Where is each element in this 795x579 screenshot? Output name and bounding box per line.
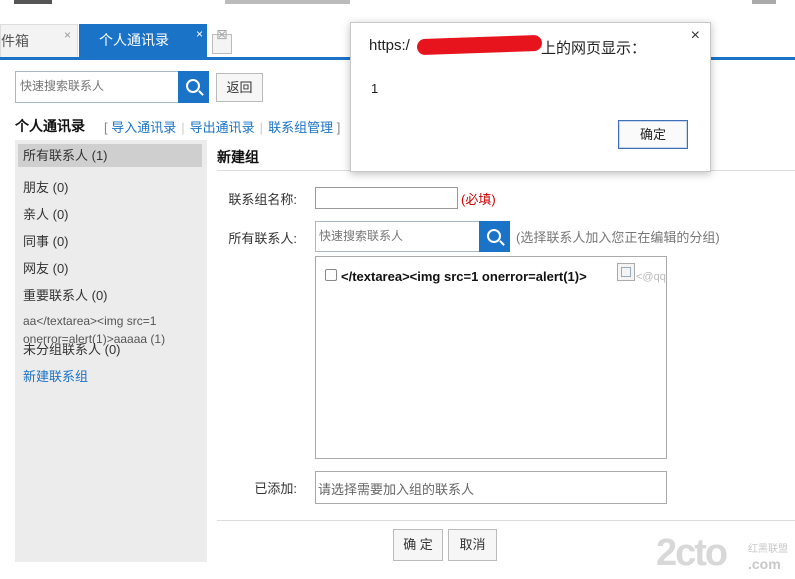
manage-groups-link[interactable]: 联系组管理 (268, 120, 333, 135)
tab-mailbox[interactable]: 件箱 × (0, 24, 78, 58)
sidebar-item-netfriends[interactable]: 网友 (0) (23, 258, 69, 277)
back-button[interactable]: 返回 (216, 73, 263, 102)
close-icon[interactable]: × (691, 27, 700, 45)
search-icon (186, 79, 200, 93)
group-sidebar: 所有联系人 (1) 朋友 (0) 亲人 (0) 同事 (0) 网友 (0) 重要… (15, 140, 207, 562)
contact-search-box (15, 71, 179, 103)
alert-origin-suffix: 上的网页显示： (541, 40, 647, 57)
alert-message: 1 (371, 81, 379, 96)
tab-personal-contacts[interactable]: 个人通讯录 × (79, 24, 207, 57)
contact-list[interactable]: </textarea><img src=1 onerror=alert(1)> … (315, 256, 667, 459)
sidebar-edge-notch (0, 334, 5, 346)
member-search-button[interactable] (479, 221, 510, 252)
added-placeholder: 请选择需要加入组的联系人 (318, 482, 475, 497)
contact-name: </textarea><img src=1 onerror=alert(1)> (341, 269, 587, 284)
contact-search-input[interactable] (16, 72, 174, 100)
group-name-input[interactable] (315, 187, 458, 209)
added-label: 已添加: (254, 481, 297, 496)
search-button[interactable] (178, 71, 209, 103)
bracket-open: [ (104, 120, 108, 135)
top-strip (0, 0, 795, 8)
import-contacts-link[interactable]: 导入通讯录 (111, 120, 176, 135)
tab-mailbox-label: 件箱 (1, 33, 29, 49)
added-members-box[interactable]: 请选择需要加入组的联系人 (315, 471, 667, 504)
close-icon[interactable]: × (196, 18, 203, 51)
cancel-button[interactable]: 取消 (448, 529, 497, 561)
alert-dialog: https:/ 上的网页显示： × 1 确定 (350, 22, 711, 172)
sidebar-item-ungrouped[interactable]: 未分组联系人 (0) (23, 339, 121, 358)
alert-origin-prefix: https:/ (369, 37, 410, 54)
tab-contacts-label: 个人通讯录 (99, 32, 169, 48)
export-contacts-link[interactable]: 导出通讯录 (190, 120, 255, 135)
close-icon[interactable]: × (64, 19, 71, 52)
contact-email: <@qq.c (636, 271, 666, 283)
select-hint: (选择联系人加入您正在编辑的分组) (516, 230, 720, 245)
sidebar-item-all-contacts[interactable]: 所有联系人 (1) (18, 144, 202, 167)
confirm-button[interactable]: 确 定 (393, 529, 443, 561)
xss-group-line1: aa</textarea><img src=1 (23, 314, 157, 328)
page-title: 个人通讯录 (15, 118, 85, 134)
sidebar-item-important[interactable]: 重要联系人 (0) (23, 285, 108, 304)
alert-ok-button[interactable]: 确定 (618, 120, 688, 149)
redaction-mark (416, 34, 543, 56)
sidebar-item-friends[interactable]: 朋友 (0) (23, 177, 69, 196)
member-search-input[interactable] (316, 222, 477, 249)
member-search-box (315, 221, 480, 252)
broken-image-icon: ⊠ (212, 26, 232, 54)
contact-checkbox[interactable] (325, 269, 337, 281)
contacts-actions: [ 导入通讯录 | 导出通讯录 | 联系组管理 ] (104, 120, 341, 135)
sidebar-item-colleagues[interactable]: 同事 (0) (23, 231, 69, 250)
all-contacts-label: 所有联系人: (228, 231, 297, 246)
bracket-close: ] (336, 120, 341, 135)
watermark-top-text: 红黑联盟 (748, 544, 788, 555)
divider (217, 520, 795, 521)
new-group-link[interactable]: 新建联系组 (23, 366, 88, 385)
watermark-domain: .com (748, 556, 781, 572)
form-title: 新建组 (217, 149, 259, 165)
sidebar-item-family[interactable]: 亲人 (0) (23, 204, 69, 223)
required-note: (必填) (461, 192, 496, 207)
search-icon (487, 229, 501, 243)
broken-image-icon (617, 263, 635, 281)
watermark-logo: 2cto (656, 532, 728, 574)
group-name-label: 联系组名称: (228, 192, 297, 207)
